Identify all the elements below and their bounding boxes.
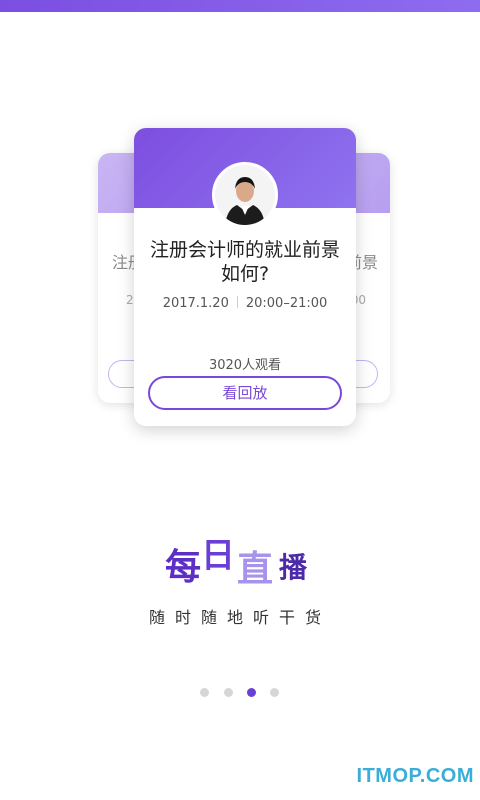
course-date: 2017.1.20: [162, 296, 229, 311]
watermark-text: ITMOP.COM: [356, 765, 474, 787]
course-title: 注册会计师的就业前景 如何?: [149, 239, 340, 285]
live-course-card[interactable]: 注册会计师的就业前景 如何? 2017.1.20 20:00–21:00 3020…: [134, 128, 356, 426]
top-accent-bar: [0, 0, 480, 12]
page-dot-active[interactable]: [247, 688, 256, 697]
lecturer-avatar: [212, 162, 278, 228]
page-dot[interactable]: [200, 688, 209, 697]
page-dot[interactable]: [270, 688, 279, 697]
viewer-count: 3020人观看: [208, 358, 282, 373]
course-schedule: 2017.1.20 20:00–21:00: [134, 296, 356, 311]
slogan-text: 随时随地听干货: [148, 608, 331, 627]
logo-char: 每: [165, 546, 202, 588]
page-dot[interactable]: [224, 688, 233, 697]
logo-char: 日: [201, 536, 235, 576]
logo-char: 播: [279, 551, 308, 584]
divider: [236, 296, 238, 308]
replay-button[interactable]: 看回放: [148, 376, 342, 410]
daily-live-logo: 每 日 直 播: [165, 528, 325, 590]
course-time: 20:00–21:00: [245, 296, 328, 311]
logo-char: 直: [237, 548, 274, 590]
